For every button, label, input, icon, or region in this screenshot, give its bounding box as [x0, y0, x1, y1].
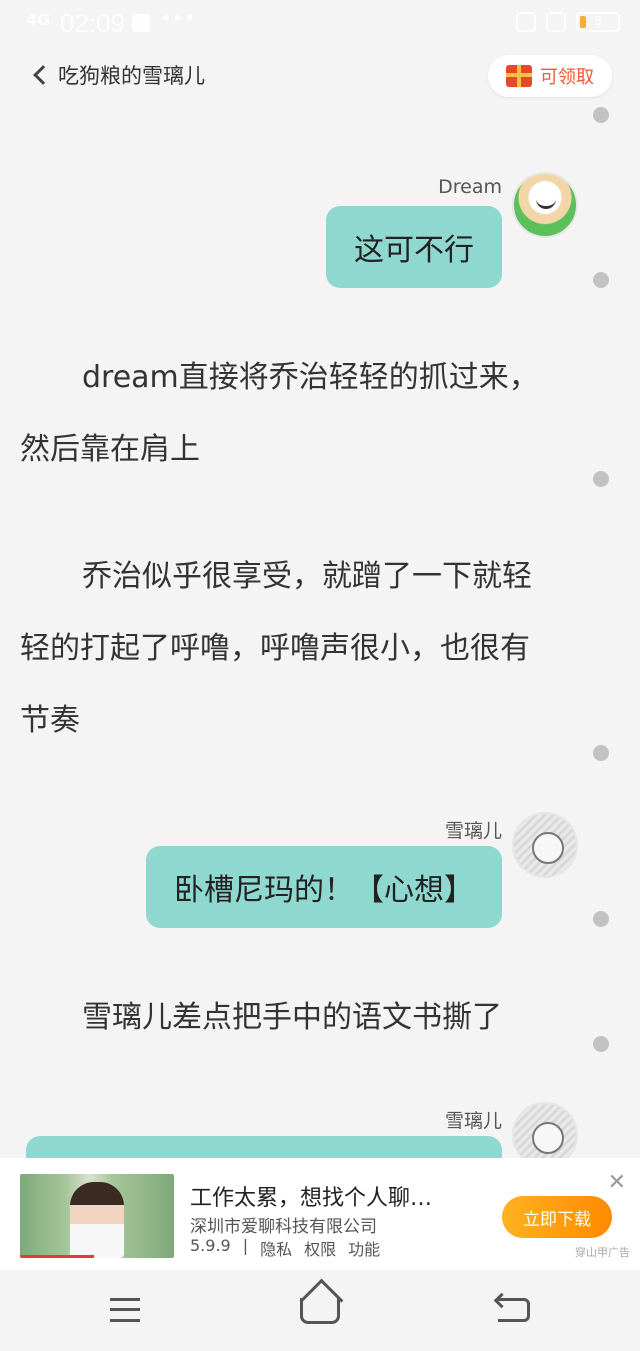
media-play-icon: [132, 14, 150, 32]
scroll-dot: [593, 471, 609, 487]
message-text: 卧槽尼玛的！【心想】: [174, 873, 474, 908]
ad-separator: |: [242, 1236, 249, 1255]
wifi-icon: [546, 12, 566, 32]
ad-source-label: 穿山甲广告: [575, 1246, 630, 1259]
ad-features-link[interactable]: 功能: [348, 1236, 380, 1260]
download-label: 立即下载: [523, 1209, 591, 1230]
avatar[interactable]: [512, 172, 578, 238]
narration-paragraph: 乔治似乎很享受，就蹭了一下就轻 轻的打起了呼噜，呼噜声很小，也很有 节奏: [20, 541, 580, 757]
scroll-dot: [593, 745, 609, 761]
page-title: 吃狗粮的雪璃儿: [58, 64, 205, 88]
chevron-left-icon: [33, 65, 53, 85]
narration-line: 雪璃儿差点把手中的语文书撕了: [82, 1000, 502, 1035]
narration-line: dream直接将乔治轻轻的抓过来，: [82, 360, 539, 395]
battery-level: 8: [594, 14, 602, 28]
battery-fill: [580, 16, 586, 28]
narration-line: 乔治似乎很享受，就蹭了一下就轻: [82, 559, 532, 594]
message-bubble[interactable]: 这可不行: [326, 206, 502, 288]
scroll-dot: [593, 911, 609, 927]
download-button[interactable]: 立即下载: [502, 1196, 612, 1238]
ad-permissions-link[interactable]: 权限: [304, 1236, 336, 1260]
menu-icon[interactable]: [110, 1298, 140, 1322]
scroll-dot: [593, 272, 609, 288]
gift-icon: [506, 65, 532, 87]
avatar[interactable]: [512, 812, 578, 878]
ad-title[interactable]: 工作太累，想找个人聊…: [190, 1180, 480, 1212]
ad-company: 深圳市爱聊科技有限公司: [190, 1217, 377, 1237]
ad-banner[interactable]: 工作太累，想找个人聊… 深圳市爱聊科技有限公司 5.9.9 | 隐私 权限 功能…: [0, 1158, 640, 1270]
narration-line: 轻的打起了呼噜，呼噜声很小，也很有: [20, 631, 530, 666]
sender-name: 雪璃儿: [444, 820, 502, 842]
reward-label: 可领取: [540, 67, 594, 88]
battery-icon: 8: [576, 12, 620, 32]
status-bar: 4G 02:09 ••• 8: [0, 0, 640, 48]
signal-indicator: 4G: [26, 10, 51, 29]
narration-line: 节奏: [20, 703, 80, 738]
reward-button[interactable]: 可领取: [488, 55, 612, 97]
mute-icon: [516, 12, 536, 32]
ad-image[interactable]: [20, 1174, 174, 1258]
back-icon[interactable]: [498, 1298, 530, 1322]
ad-meta: 5.9.9 | 隐私 权限 功能: [190, 1236, 380, 1260]
ad-privacy-link[interactable]: 隐私: [260, 1236, 292, 1260]
ad-person-image: [70, 1182, 124, 1258]
clock: 02:09: [60, 8, 126, 38]
narration-paragraph: 雪璃儿差点把手中的语文书撕了: [20, 982, 580, 1054]
back-button[interactable]: 吃狗粮的雪璃儿: [30, 60, 205, 90]
ad-version: 5.9.9: [190, 1236, 231, 1255]
more-notifications-icon: •••: [160, 6, 196, 30]
home-icon[interactable]: [300, 1298, 340, 1324]
sender-name: Dream: [438, 176, 502, 198]
narration-line: 然后靠在肩上: [20, 432, 200, 467]
message-text: 这可不行: [354, 233, 474, 268]
narration-paragraph: dream直接将乔治轻轻的抓过来， 然后靠在肩上: [20, 342, 580, 486]
message-bubble[interactable]: 卧槽尼玛的！【心想】: [146, 846, 502, 928]
close-icon[interactable]: ✕: [608, 1170, 626, 1195]
scroll-dot: [593, 107, 609, 123]
header: 吃狗粮的雪璃儿 可领取: [0, 52, 640, 102]
system-icons: 8: [516, 12, 620, 32]
ad-video-progress: [20, 1255, 94, 1258]
sender-name: 雪璃儿: [444, 1110, 502, 1132]
scroll-dot: [593, 1036, 609, 1052]
system-navigation-bar: [0, 1270, 640, 1351]
